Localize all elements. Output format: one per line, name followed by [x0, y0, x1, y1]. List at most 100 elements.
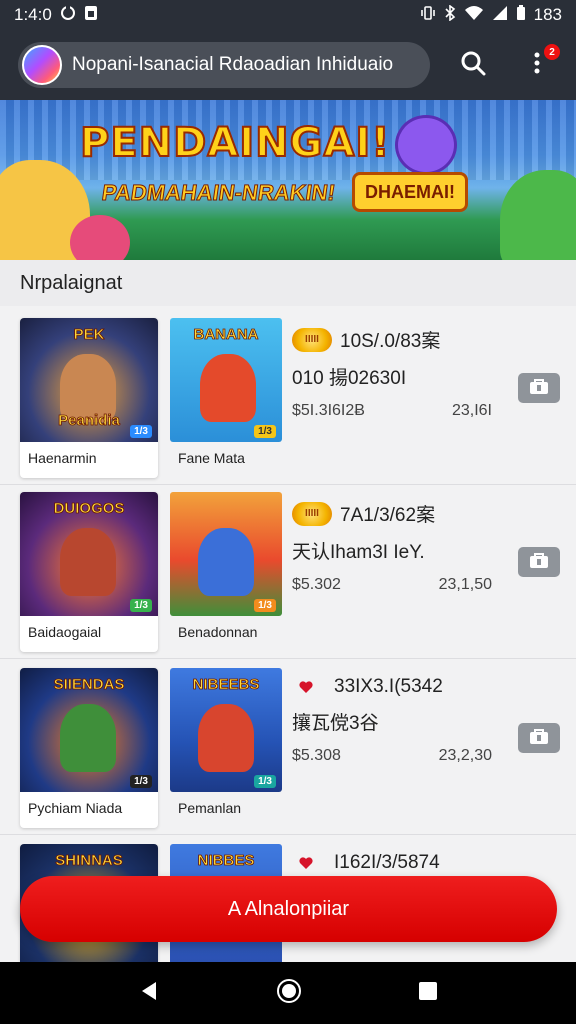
back-button[interactable] [138, 980, 160, 1007]
game-character [200, 354, 256, 422]
more-menu-button[interactable]: 2 [522, 44, 560, 80]
home-icon [277, 978, 301, 1003]
add-to-cart-button[interactable] [518, 373, 560, 403]
recents-icon [419, 981, 437, 1000]
search-icon [460, 50, 486, 81]
game-title: Haenarmin [28, 450, 97, 466]
home-button[interactable] [276, 978, 302, 1009]
signal-icon [492, 5, 508, 26]
game-code: I162I/3/5874 [334, 852, 440, 873]
game-rating: 23,1,50 [438, 576, 492, 593]
primary-action-button[interactable]: A Alnalonpiiar [20, 876, 557, 942]
game-thumbnail: NIBEEBS 1/3 [170, 668, 282, 792]
age-rating-tag: 1/3 [254, 425, 276, 438]
game-thumbnail: 1/3 [170, 492, 282, 616]
game-row[interactable]: SIIENDAS 1/3 Pychiam Niada NIBEEBS 1/3 P… [0, 668, 576, 836]
bluetooth-icon [444, 3, 456, 26]
game-price: $5I.3I6I2Ƀ [292, 402, 365, 419]
add-to-cart-button[interactable] [518, 723, 560, 753]
status-time: 1:4:0 [14, 5, 52, 24]
hero-subtitle: PADMAHAIN-NRAKIN! [100, 180, 338, 206]
game-info: I162I/3/5874 [292, 852, 512, 874]
status-bar: 1:4:0 183 [0, 0, 576, 30]
hero-character-pink [70, 215, 130, 260]
game-character [60, 704, 116, 772]
game-thumbnail: DUIOGOS 1/3 [20, 492, 158, 616]
game-title: Baidaogaial [28, 624, 102, 640]
heart-icon [298, 855, 314, 871]
thumbnail-title: SIIENDAS [53, 676, 125, 693]
app-bar: Nopani-Isanacial Rdaoadian Inhiduaio 2 [0, 30, 576, 100]
cart-icon [528, 727, 550, 750]
hero-title: PENDAINGAI! [79, 119, 391, 167]
hero-banner[interactable]: PENDAINGAI! PADMAHAIN-NRAKIN! DHAEMAI! [0, 100, 576, 260]
more-vert-icon [533, 51, 541, 80]
game-rating: 23,I6I [451, 402, 492, 419]
game-card[interactable]: PEK Peanidia 1/3 Haenarmin [20, 318, 158, 478]
game-character [60, 528, 116, 596]
game-title: Fane Mata [178, 450, 245, 466]
game-row[interactable]: DUIOGOS 1/3 Baidaogaial 1/3 Benadonnan I… [0, 492, 576, 660]
game-meta: 攘瓦傥3谷 [292, 713, 379, 734]
game-card[interactable]: DUIOGOS 1/3 Baidaogaial [20, 492, 158, 652]
thumbnail-title: SHINNAS [55, 852, 123, 869]
notification-badge: 2 [544, 44, 560, 60]
game-price: $5.308 [292, 747, 341, 764]
thumbnail-title: NIBEEBS [192, 676, 260, 693]
divider [0, 658, 576, 659]
game-title: Benadonnan [178, 624, 258, 640]
coin-icon: IIIII [292, 327, 332, 352]
recents-button[interactable] [418, 981, 438, 1006]
age-rating-tag: 1/3 [254, 775, 276, 788]
divider [0, 484, 576, 485]
back-icon [142, 981, 156, 1000]
thumbnail-title: PEK [73, 326, 105, 343]
game-code: 10S/.0/83案 [340, 331, 441, 352]
search-bar-text: Nopani-Isanacial Rdaoadian Inhiduaio [72, 54, 394, 75]
battery-level: 183 [533, 5, 562, 24]
age-rating-tag: 1/3 [130, 425, 152, 438]
game-title: Pychiam Niada [28, 800, 123, 816]
thumbnail-title: BANANA [193, 326, 259, 343]
game-info: IIIII 10S/.0/83案 010 揚02630I $5I.3I6I2Ƀ … [292, 326, 512, 420]
hero-badge: DHAEMAI! [352, 172, 468, 212]
game-info: IIIII 7A1/3/62案 天认Iham3I IeY. $5.302 23,… [292, 500, 512, 594]
notification-app-icon [84, 5, 98, 26]
game-character [198, 528, 254, 596]
age-rating-tag: 1/3 [254, 599, 276, 612]
divider [0, 834, 576, 835]
game-thumbnail: PEK Peanidia 1/3 [20, 318, 158, 442]
game-meta: 010 揚02630I [292, 368, 407, 389]
game-code: 7A1/3/62案 [340, 505, 436, 526]
game-meta: 天认Iham3I IeY. [292, 542, 425, 563]
system-nav-bar [0, 962, 576, 1024]
game-character [198, 704, 254, 772]
hero-character-right [500, 170, 576, 260]
game-info: 33IX3.I(5342 攘瓦傥3谷 $5.308 23,2,30 [292, 676, 512, 765]
game-card[interactable]: BANANA 1/3 Fane Mata [170, 318, 282, 478]
search-bar[interactable]: Nopani-Isanacial Rdaoadian Inhiduaio [18, 42, 430, 88]
game-card[interactable]: SIIENDAS 1/3 Pychiam Niada [20, 668, 158, 828]
age-rating-tag: 1/3 [130, 599, 152, 612]
heart-icon [298, 679, 314, 695]
vibrate-icon [420, 5, 436, 26]
game-card[interactable]: NIBEEBS 1/3 Pemanlan [170, 668, 282, 828]
cart-icon [528, 551, 550, 574]
battery-icon [516, 4, 526, 26]
search-button[interactable] [458, 50, 488, 80]
game-row[interactable]: PEK Peanidia 1/3 Haenarmin BANANA 1/3 Fa… [0, 318, 576, 486]
game-title: Pemanlan [178, 800, 242, 816]
hero-monster [395, 115, 457, 175]
game-code: 33IX3.I(5342 [334, 676, 443, 697]
game-thumbnail: BANANA 1/3 [170, 318, 282, 442]
app-logo-icon [22, 45, 62, 85]
section-title: Nrpalaignat [0, 260, 576, 306]
coin-icon: IIIII [292, 501, 332, 526]
thumbnail-title: NIBBES [197, 852, 255, 869]
sync-icon [60, 5, 76, 26]
game-price: $5.302 [292, 576, 341, 593]
game-rating: 23,2,30 [438, 747, 492, 764]
game-card[interactable]: 1/3 Benadonnan [170, 492, 282, 652]
thumbnail-title: DUIOGOS [53, 500, 125, 517]
add-to-cart-button[interactable] [518, 547, 560, 577]
